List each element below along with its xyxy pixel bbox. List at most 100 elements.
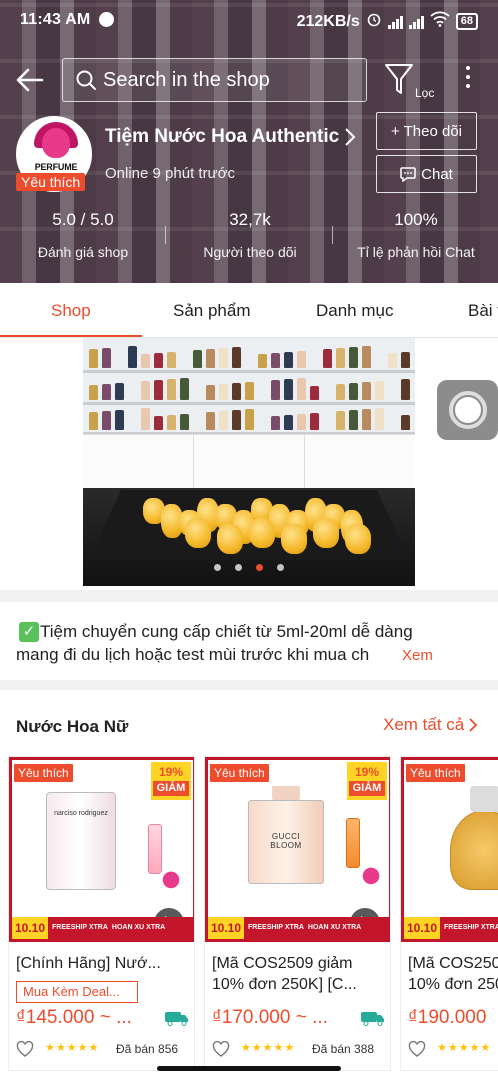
shelf-bottle xyxy=(232,347,241,368)
promo-chip: HOAN XU XTRA xyxy=(307,924,362,931)
shelf-bottle xyxy=(284,415,293,430)
discount-word: GIẢM xyxy=(153,781,189,796)
product-card[interactable]: Yêu thích 19% GIẢM GUCCI BLOOM 10.10 FRE… xyxy=(204,756,391,1071)
heart-icon[interactable] xyxy=(408,1041,426,1057)
shelf-bottle xyxy=(336,411,345,430)
online-status: Online 9 phút trước xyxy=(105,165,235,182)
stat-value: 32,7k xyxy=(229,210,271,229)
stat-label: Đánh giá shop xyxy=(37,244,129,260)
heart-icon[interactable] xyxy=(16,1041,34,1057)
signal-icon-2 xyxy=(408,15,424,29)
signal-icon xyxy=(387,15,403,29)
shop-stats: 5.0 / 5.0 Đánh giá shop 32,7k Người theo… xyxy=(0,210,498,270)
carousel-dot[interactable] xyxy=(277,564,284,571)
tab-categories[interactable]: Danh mục xyxy=(316,301,393,321)
jackfruit-piece xyxy=(217,524,243,554)
product-price: ₫170.000 ~ ... xyxy=(212,1007,328,1028)
shelf-bottle xyxy=(115,410,124,430)
see-all-link[interactable]: Xem tất cả xyxy=(383,715,478,735)
chevron-right-icon[interactable] xyxy=(343,126,357,148)
shelf-bottle xyxy=(128,346,137,368)
section-title: Nước Hoa Nữ xyxy=(16,717,129,736)
carousel-dot-active[interactable] xyxy=(256,564,263,571)
shelf-bottle xyxy=(362,346,371,368)
see-more-link[interactable]: Xem xyxy=(402,647,433,664)
promo-strip: 10.10 FREESHIP XTRA HOAN XU XTRA xyxy=(12,917,193,939)
shelf-bottle xyxy=(232,383,241,400)
shop-description: ✓ Tiệm chuyển cung cấp chiết từ 5ml-20ml… xyxy=(0,602,498,680)
search-placeholder: Search in the shop xyxy=(103,68,270,91)
shelf-bottle xyxy=(167,352,176,368)
product-image[interactable]: Yêu thích 19% GIẢM GUCCI BLOOM 10.10 FRE… xyxy=(205,757,390,942)
product-title[interactable]: [Mã COS2509 giảm 10% đơn 250K] [C... xyxy=(212,953,387,995)
shelf-bottle xyxy=(336,384,345,400)
check-mark-icon: ✓ xyxy=(19,622,39,642)
product-title[interactable]: [Chính Hãng] Nướ... xyxy=(16,953,191,974)
carousel-dot[interactable] xyxy=(214,564,221,571)
rating-stars: ★★★★★ xyxy=(45,1042,100,1054)
shelf-bottle xyxy=(102,348,111,368)
rating-stars: ★★★★★ xyxy=(241,1042,296,1054)
more-options-icon[interactable] xyxy=(462,66,474,94)
product-card[interactable]: Yêu thích 19% GIẢM narciso rodriguez 10.… xyxy=(8,756,195,1071)
shelf-bottle xyxy=(310,386,319,400)
alarm-icon xyxy=(366,11,382,32)
shelf-bottle xyxy=(245,409,254,430)
product-price: ₫190.000 xyxy=(408,1007,487,1028)
stat-divider xyxy=(332,226,333,244)
filter-button[interactable]: Lọc xyxy=(384,60,444,104)
jackfruit-piece xyxy=(185,518,211,548)
shelf-bottle xyxy=(271,380,280,400)
promo-strip: 10.10 FREESHIP XTRA HOAN XU XTRA xyxy=(208,917,389,939)
shop-search-input[interactable]: Search in the shop xyxy=(62,58,367,102)
shelf-bottle xyxy=(219,411,228,430)
shelf-bottle xyxy=(154,416,163,430)
stat-label: Tỉ lệ phản hồi Chat xyxy=(357,244,475,260)
tab-posts[interactable]: Bài viết xyxy=(468,301,498,321)
shop-banner-carousel[interactable] xyxy=(83,338,415,586)
favorite-badge: Yêu thích xyxy=(14,764,73,782)
home-indicator[interactable] xyxy=(157,1066,341,1071)
discount-badge: 19% GIẢM xyxy=(347,762,387,800)
product-title[interactable]: [Mã COS2509 giảm 10% đơn 250K] xyxy=(408,953,498,995)
follow-button[interactable]: + Theo dõi xyxy=(376,112,477,150)
shelf-bottle xyxy=(349,383,358,400)
description-line-2: mang đi du lịch hoặc test mùi trước khi … xyxy=(16,645,370,664)
see-all-label: Xem tất cả xyxy=(383,715,465,734)
bottle-label: narciso rodriguez xyxy=(54,810,108,817)
shelf-bottle xyxy=(167,415,176,430)
shop-name[interactable]: Tiệm Nước Hoa Authentic xyxy=(105,126,339,148)
tab-shop[interactable]: Shop xyxy=(51,301,91,321)
product-image[interactable]: Yêu thích 19% GIẢM narciso rodriguez 10.… xyxy=(9,757,194,942)
search-icon xyxy=(76,70,96,90)
discount-badge: 19% GIẢM xyxy=(151,762,191,800)
product-card[interactable]: Yêu thích 10.10 FREESHIP XTRA HOAN XU XT… xyxy=(400,756,498,1071)
avatar-brand-text: PERFUME xyxy=(34,162,78,172)
discount-percent: 19% xyxy=(354,765,380,779)
stat-value: 5.0 / 5.0 xyxy=(52,210,114,229)
shelf-bottle xyxy=(206,412,215,430)
chat-button[interactable]: Chat xyxy=(376,155,477,193)
app-notification-icon xyxy=(99,12,114,27)
jackfruit-piece xyxy=(345,524,371,554)
rating-stars: ★★★★★ xyxy=(437,1042,492,1054)
shelf-bottle xyxy=(115,383,124,400)
jackfruit-piece xyxy=(249,518,275,548)
favorite-badge: Yêu thích xyxy=(406,764,465,782)
shelf-bottle xyxy=(401,379,410,400)
floating-assistive-button[interactable] xyxy=(437,380,498,440)
stat-chat-response: 100% Tỉ lệ phản hồi Chat xyxy=(350,210,482,260)
status-right: 212KB/s 68 xyxy=(297,11,478,32)
network-speed: 212KB/s xyxy=(296,12,360,30)
product-image[interactable]: Yêu thích 10.10 FREESHIP XTRA HOAN XU XT… xyxy=(401,757,498,942)
carousel-dot[interactable] xyxy=(235,564,242,571)
promo-strip: 10.10 FREESHIP XTRA HOAN XU XTRA xyxy=(404,917,498,939)
back-arrow-icon[interactable] xyxy=(14,64,46,96)
carousel-dots xyxy=(83,564,415,574)
shelf-bottle xyxy=(219,348,228,368)
heart-icon[interactable] xyxy=(212,1041,230,1057)
sold-count: Đã bán 388 xyxy=(312,1042,375,1056)
tab-products[interactable]: Sản phẩm xyxy=(173,301,251,321)
promo-date: 10.10 xyxy=(12,917,49,939)
discount-percent: 19% xyxy=(158,765,184,779)
